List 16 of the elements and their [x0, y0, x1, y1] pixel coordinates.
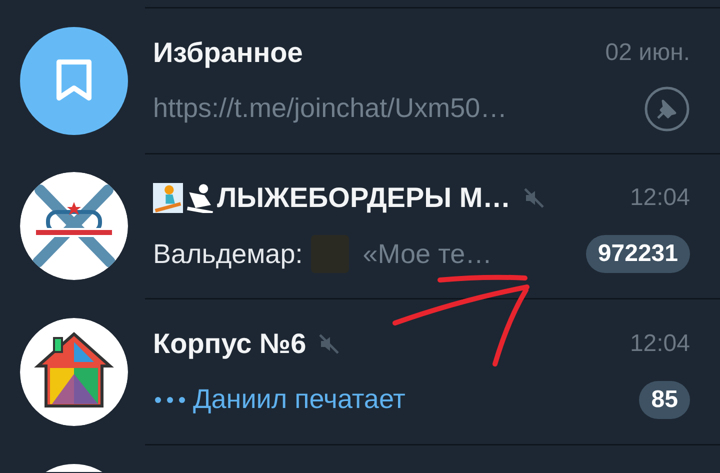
- sender-name: Вальдемар:: [153, 238, 303, 270]
- typing-status: Даниил печатает: [193, 384, 406, 415]
- chat-title: ЛЫЖЕБОРДЕРЫ М…: [217, 182, 511, 214]
- chat-time: 02 июн.: [605, 38, 690, 66]
- unread-count: 85: [639, 380, 690, 418]
- bookmark-icon: [54, 58, 94, 104]
- skier-icon: [185, 183, 215, 213]
- chat-title: Избранное: [153, 36, 303, 68]
- message-preview: «Мое те…: [362, 238, 492, 270]
- chat-title: Корпус №6: [153, 328, 306, 360]
- chat-time: 12:04: [630, 184, 690, 212]
- unread-count: 972231: [586, 235, 690, 273]
- snowboarder-icon: [153, 183, 183, 213]
- message-preview: https://t.me/joinchat/Uxm50…: [153, 93, 508, 124]
- typing-dots-icon: [153, 394, 187, 404]
- chat-time: 12:04: [630, 330, 690, 358]
